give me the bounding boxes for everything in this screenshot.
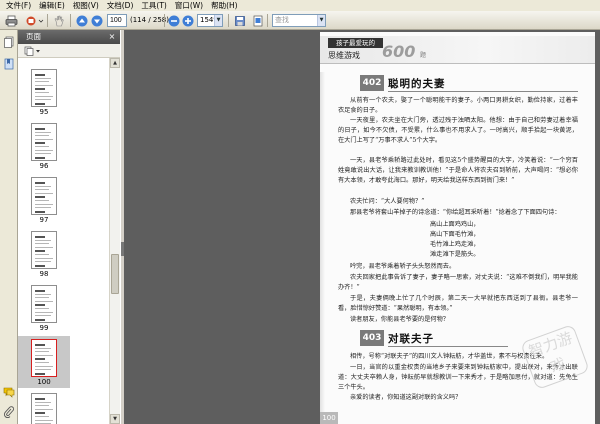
menu-tools[interactable]: 工具(T) [137, 0, 170, 11]
thumbnail-image [31, 339, 57, 377]
menu-help[interactable]: 帮助(H) [207, 0, 242, 11]
chevron-down-icon[interactable]: ▼ [214, 15, 222, 26]
section-title: 聪明的夫妻 [388, 77, 446, 90]
menu-edit[interactable]: 编辑(E) [35, 0, 69, 11]
section-heading: 402 聪明的夫妻 [360, 75, 446, 91]
menu-view[interactable]: 视图(V) [69, 0, 103, 11]
header-box: 孩子最爱玩的 [328, 38, 383, 48]
section-rule [388, 346, 508, 347]
thumbnail-label: 100 [37, 378, 51, 386]
print-icon[interactable] [4, 13, 19, 28]
pages-icon[interactable] [3, 36, 15, 48]
toolbar-separator [164, 14, 165, 27]
panel-scrollbar[interactable]: ▲ ▼ [109, 58, 120, 424]
thumbnail-image [31, 285, 57, 323]
email-icon[interactable] [24, 13, 44, 28]
close-icon[interactable]: × [107, 32, 117, 42]
paragraph: 一天，县老爷乘轿路过此处时，看见这5个盛势醒目的大字，冷笑着说：“一个穷百姓竟敢… [338, 157, 578, 185]
toolbar-separator [228, 14, 229, 27]
panel-options-bar [18, 44, 120, 58]
thumbnail-image [31, 69, 57, 107]
menu-bar: 文件(F) 编辑(E) 视图(V) 文档(D) 工具(T) 窗口(W) 帮助(H… [0, 0, 600, 11]
thumbnail-label: 99 [39, 324, 49, 332]
search-placeholder: 查找 [275, 16, 289, 24]
page-thumbnail[interactable]: 95 [18, 66, 70, 118]
scroll-up-icon[interactable]: ▲ [110, 58, 120, 68]
poem-line: 高山上面鸡鸡山， [430, 221, 480, 228]
paragraph: 亲爱的读者，你知道这副对联的含义吗？ [350, 394, 462, 401]
thumbnail-label: 98 [39, 270, 49, 278]
thumbnail-image [31, 231, 57, 269]
next-page-icon[interactable] [89, 13, 104, 28]
page-thumbnail[interactable]: 96 [18, 120, 70, 172]
chevron-down-icon[interactable]: ▼ [317, 15, 325, 26]
zoom-out-icon[interactable] [166, 13, 181, 28]
panel-title-text: 页面 [26, 32, 41, 41]
menu-window[interactable]: 窗口(W) [171, 0, 207, 11]
menu-document[interactable]: 文档(D) [103, 0, 138, 11]
options-icon[interactable] [24, 46, 42, 56]
document-viewport[interactable]: 孩子最爱玩的 思维游戏 600 题 402 聪明的夫妻 从前有一个农夫，娶了一个… [124, 30, 600, 424]
thumbnail-label: 96 [39, 162, 49, 170]
paragraph: 吟完，县老爷乘着轿子头头怒然而去。 [350, 263, 456, 270]
thumbnail-label: 97 [39, 216, 49, 224]
zoom-select[interactable]: 154% ▼ [197, 14, 223, 27]
panel-title: 页面 × [18, 30, 120, 44]
page-thumbnail[interactable]: 100 [18, 336, 70, 388]
page-thumbnail[interactable]: 97 [18, 174, 70, 226]
thumbnail-list[interactable]: 95 96 97 98 99 100 101 [18, 58, 109, 424]
page-thumbnail[interactable]: 101 [18, 390, 70, 424]
header-number: 600 [382, 42, 416, 61]
toolbar-separator [70, 14, 71, 27]
comments-icon[interactable] [3, 386, 15, 398]
save-icon[interactable] [232, 13, 247, 28]
document-page: 孩子最爱玩的 思维游戏 600 题 402 聪明的夫妻 从前有一个农夫，娶了一个… [320, 32, 595, 424]
paragraph: 农夫忙问：“大人要何物？” [350, 198, 425, 205]
hand-icon[interactable] [51, 13, 66, 28]
paragraph: 那县老爷将套山羊掉子的诗念道：“你给超耳采听着！”捻着念了下面四句诗： [350, 209, 561, 216]
scrollbar-thumb[interactable] [111, 254, 119, 294]
thumbnail-image [31, 177, 57, 215]
bookmarks-icon[interactable] [3, 58, 15, 70]
paragraph: 从前有一个农夫，娶了一个聪明能干的妻子。小两口男耕女织，勤俭持家，过着丰衣足食的… [338, 97, 578, 115]
search-input[interactable]: 查找 ▼ [272, 14, 326, 27]
pages-panel: 页面 × 95 96 97 98 99 100 101 ▲ ▼ [18, 30, 120, 424]
section-number: 403 [360, 330, 384, 346]
header-number-suffix: 题 [420, 52, 427, 59]
paragraph: 读者朋友，你能县老爷要的是何物？ [350, 316, 449, 323]
poem-line: 滩走滩下是筋头。 [430, 251, 480, 258]
prev-page-icon[interactable] [74, 13, 89, 28]
section-rule [388, 91, 578, 92]
thumbnail-image [31, 123, 57, 161]
paragraph: 于是，夫妻俩晚上忙了几个时辰，第二天一大早就把东西送到了县衙。县老爷一看，脸惜惊… [338, 295, 578, 313]
poem: 高山上面鸡鸡山， 高山下面毛竹滩， 毛竹滩上鸡走滩， 滩走滩下是筋头。 [430, 220, 530, 260]
page-header: 孩子最爱玩的 思维游戏 600 题 [320, 32, 595, 72]
fit-icon[interactable] [250, 13, 265, 28]
page-thumbnail[interactable]: 98 [18, 228, 70, 280]
toolbar-separator [47, 14, 48, 27]
paragraph: 农夫回家把此事告诉了妻子，妻子略一思索，对丈夫说：“这难不倒我们，明早我能办齐！… [338, 274, 578, 292]
menu-file[interactable]: 文件(F) [2, 0, 35, 11]
toolbar: (114 / 258) 154% ▼ 查找 ▼ [0, 11, 600, 30]
section-title: 对联夫子 [388, 332, 434, 345]
page-edge-shading [320, 72, 325, 412]
thumbnail-image [31, 393, 57, 424]
paragraph: 一天夜里，农夫坐在大门旁，透过残于浊晒太阳。他想：由于自己和劳妻过着幸福的日子，… [338, 117, 578, 145]
page-number-input[interactable] [107, 14, 127, 27]
poem-line: 毛竹滩上鸡走滩， [430, 241, 480, 248]
scroll-down-icon[interactable]: ▼ [110, 414, 120, 424]
page-number: 100 [320, 412, 338, 424]
section-number: 402 [360, 75, 384, 91]
navigation-strip [0, 30, 18, 424]
zoom-in-icon[interactable] [180, 13, 195, 28]
section-heading: 403 对联夫子 [360, 330, 434, 346]
header-subtitle: 思维游戏 [328, 51, 360, 60]
page-thumbnail[interactable]: 99 [18, 282, 70, 334]
poem-line: 高山下面毛竹滩， [430, 231, 480, 238]
toolbar-separator [267, 14, 268, 27]
thumbnail-label: 95 [39, 108, 49, 116]
attachment-icon[interactable] [3, 406, 15, 419]
